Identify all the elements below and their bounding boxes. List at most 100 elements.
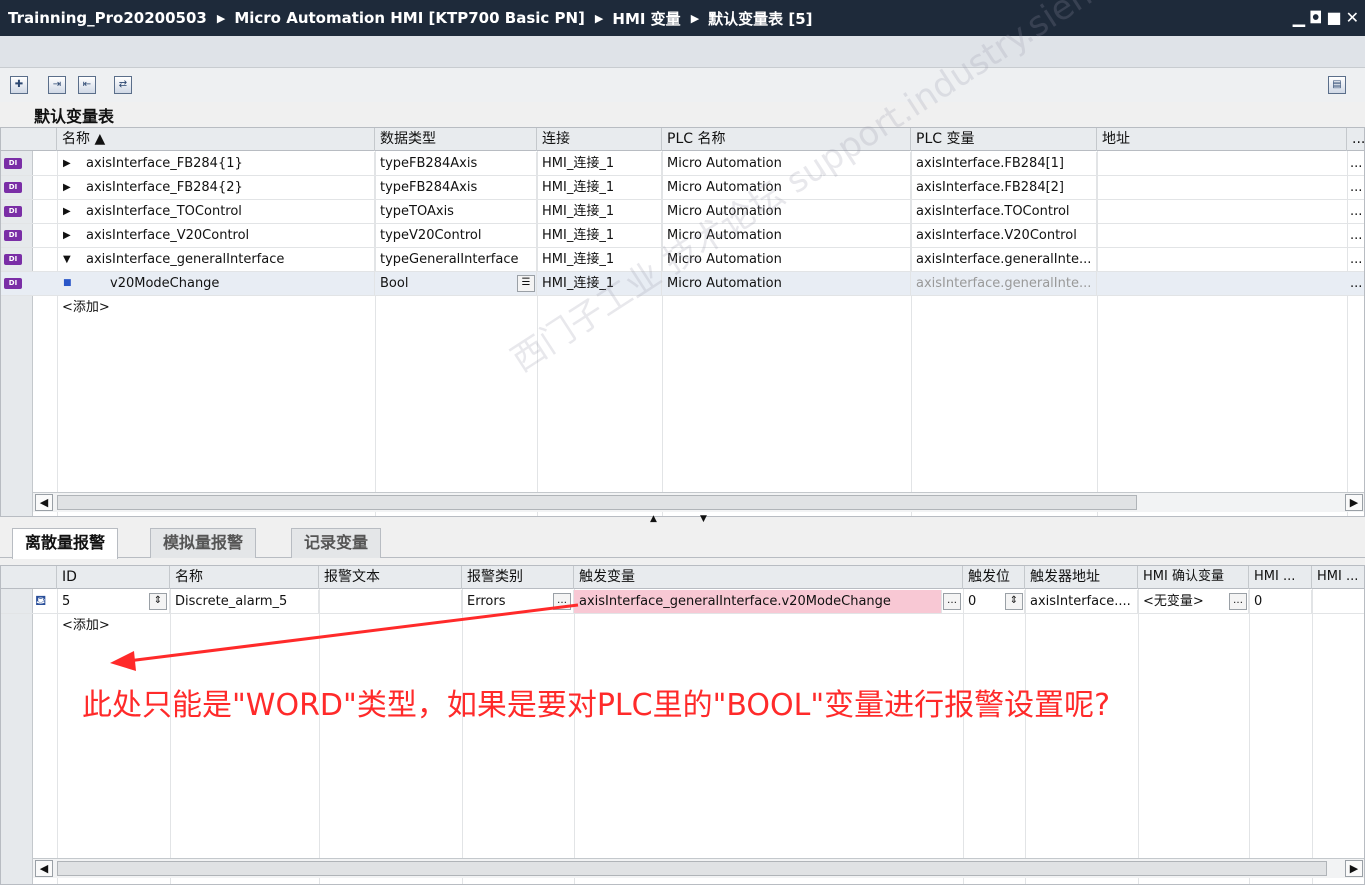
scroll-left-icon[interactable]: ◀: [35, 494, 53, 511]
import-icon[interactable]: ⇤: [78, 76, 96, 94]
col-trigger-address[interactable]: 触发器地址: [1025, 566, 1138, 589]
minimize-icon[interactable]: ▁: [1293, 8, 1305, 27]
tag-name[interactable]: axisInterface_V20Control: [81, 224, 375, 247]
list-picker-icon[interactable]: ☰: [517, 275, 535, 292]
add-tag-icon[interactable]: ✚: [10, 76, 28, 94]
breadcrumb-device[interactable]: Micro Automation HMI [KTP700 Basic PN]: [234, 9, 585, 27]
scroll-right-icon[interactable]: ▶: [1345, 860, 1363, 877]
alarm-row[interactable]: ⛾ 5 ⇕ Discrete_alarm_5 Errors … axisInte…: [1, 590, 1364, 614]
col-connection[interactable]: 连接: [537, 128, 662, 151]
alarm-table: ID 名称 报警文本 报警类别 触发变量 触发位 触发器地址 HMI 确认变量 …: [0, 565, 1365, 885]
scroll-thumb[interactable]: [57, 861, 1327, 876]
tag-name[interactable]: axisInterface_TOControl: [81, 200, 375, 223]
hmi-tag-icon: DI: [4, 254, 22, 265]
tag-connection[interactable]: HMI_连接_1: [537, 152, 662, 175]
tag-plc-tag[interactable]: axisInterface.FB284[2]: [911, 176, 1097, 199]
tag-name[interactable]: axisInterface_FB284{1}: [81, 152, 375, 175]
alarm-text[interactable]: [319, 590, 462, 613]
tag-data-type[interactable]: Bool: [375, 272, 537, 295]
split-down-icon[interactable]: ▼: [700, 514, 707, 524]
col-plc-tag[interactable]: PLC 变量: [911, 128, 1097, 151]
table-row[interactable]: DI ▶ axisInterface_FB284{1} typeFB284Axi…: [1, 152, 1364, 176]
hmi-ack-bit[interactable]: 0: [1249, 590, 1312, 613]
tag-data-type[interactable]: typeGeneralInterface: [375, 248, 537, 271]
col-hmi-more-1[interactable]: HMI ...: [1249, 566, 1312, 589]
row-more[interactable]: ...: [1347, 176, 1364, 199]
row-more[interactable]: ...: [1347, 224, 1364, 247]
trigger-tag[interactable]: axisInterface_generalInterface.v20ModeCh…: [574, 590, 942, 613]
spin-stepper-icon[interactable]: ⇕: [149, 593, 167, 610]
tab-discrete-alarms[interactable]: 离散量报警: [12, 528, 119, 559]
connect-icon[interactable]: ⇄: [114, 76, 132, 94]
row-more[interactable]: ...: [1347, 152, 1364, 175]
maximize-icon[interactable]: ■: [1326, 8, 1341, 27]
trigger-address[interactable]: axisInterface....: [1025, 590, 1138, 613]
tag-plc-tag[interactable]: axisInterface.generalInte...: [911, 248, 1097, 271]
export-icon[interactable]: ⇥: [48, 76, 66, 94]
col-address[interactable]: 地址: [1097, 128, 1347, 151]
expand-arrow-icon[interactable]: ▶: [63, 224, 71, 247]
add-tag-link[interactable]: <添加>: [57, 296, 375, 319]
breadcrumb-hmi-tags[interactable]: HMI 变量: [612, 8, 680, 29]
add-row[interactable]: <添加>: [1, 614, 1364, 638]
restore-icon[interactable]: ◘: [1309, 8, 1322, 27]
expand-arrow-icon[interactable]: ▶: [63, 176, 71, 199]
tag-connection[interactable]: HMI_连接_1: [537, 200, 662, 223]
collapse-arrow-icon[interactable]: ▼: [63, 248, 71, 271]
tag-table-header: 名称 ▲ 数据类型 连接 PLC 名称 PLC 变量 地址 ...: [1, 128, 1364, 151]
tag-name[interactable]: axisInterface_generalInterface: [81, 248, 375, 271]
member-bullet-icon: ■: [63, 278, 72, 288]
row-more[interactable]: ...: [1347, 200, 1364, 223]
tag-plc-tag[interactable]: axisInterface.generalInte...: [911, 272, 1097, 295]
table-row[interactable]: DI ▶ axisInterface_FB284{2} typeFB284Axi…: [1, 176, 1364, 200]
breadcrumb-project[interactable]: Trainning_Pro20200503: [8, 9, 207, 27]
spin-stepper-icon[interactable]: ⇕: [1005, 593, 1023, 610]
row-more[interactable]: ...: [1347, 272, 1364, 295]
col-id[interactable]: ID: [57, 566, 170, 589]
tag-connection[interactable]: HMI_连接_1: [537, 176, 662, 199]
col-alarm-class[interactable]: 报警类别: [462, 566, 574, 589]
col-name[interactable]: 名称 ▲: [57, 128, 375, 151]
tag-table-hscrollbar[interactable]: ◀ ▶: [33, 492, 1364, 512]
col-trigger-bit[interactable]: 触发位: [963, 566, 1025, 589]
tag-connection[interactable]: HMI_连接_1: [537, 224, 662, 247]
tag-name[interactable]: v20ModeChange: [105, 272, 375, 295]
scroll-right-icon[interactable]: ▶: [1345, 494, 1363, 511]
add-row[interactable]: <添加>: [1, 296, 1364, 320]
alarm-name[interactable]: Discrete_alarm_5: [170, 590, 319, 613]
split-up-icon[interactable]: ▲: [650, 514, 657, 524]
browse-button[interactable]: …: [553, 593, 571, 610]
scroll-left-icon[interactable]: ◀: [35, 860, 53, 877]
scroll-thumb[interactable]: [57, 495, 1137, 510]
expand-arrow-icon[interactable]: ▶: [63, 200, 71, 223]
tag-data-type[interactable]: typeFB284Axis: [375, 152, 537, 175]
tag-data-type[interactable]: typeTOAxis: [375, 200, 537, 223]
tag-data-type[interactable]: typeV20Control: [375, 224, 537, 247]
tag-name[interactable]: axisInterface_FB284{2}: [81, 176, 375, 199]
panel-toggle-icon[interactable]: ▤: [1328, 76, 1346, 94]
col-name[interactable]: 名称: [170, 566, 319, 589]
tag-plc-name[interactable]: Micro Automation: [662, 272, 911, 295]
col-more[interactable]: ...: [1347, 128, 1364, 151]
tab-logging-tags[interactable]: 记录变量: [291, 528, 382, 558]
tag-plc-tag[interactable]: axisInterface.FB284[1]: [911, 152, 1097, 175]
col-hmi-ack-tag[interactable]: HMI 确认变量: [1138, 566, 1249, 589]
expand-arrow-icon[interactable]: ▶: [63, 152, 71, 175]
col-data-type[interactable]: 数据类型: [375, 128, 537, 151]
add-alarm-link[interactable]: <添加>: [57, 614, 170, 637]
annotation-text: 此处只能是"WORD"类型，如果是要对PLC里的"BOOL"变量进行报警设置呢?: [82, 688, 1111, 723]
col-hmi-more-2[interactable]: HMI ...: [1312, 566, 1364, 589]
browse-button[interactable]: …: [1229, 593, 1247, 610]
alarm-icon: ⛾: [35, 593, 47, 609]
col-trigger-tag[interactable]: 触发变量: [574, 566, 963, 589]
browse-button[interactable]: …: [943, 593, 961, 610]
hmi-tag-icon: DI: [4, 158, 22, 169]
row-more[interactable]: ...: [1347, 248, 1364, 271]
tag-plc-tag[interactable]: axisInterface.TOControl: [911, 200, 1097, 223]
tag-data-type[interactable]: typeFB284Axis: [375, 176, 537, 199]
tab-analog-alarms[interactable]: 模拟量报警: [150, 528, 257, 558]
col-alarm-text[interactable]: 报警文本: [319, 566, 462, 589]
close-icon[interactable]: ✕: [1346, 8, 1359, 27]
tag-plc-tag[interactable]: axisInterface.V20Control: [911, 224, 1097, 247]
alarm-table-hscrollbar[interactable]: ◀ ▶: [33, 858, 1364, 878]
